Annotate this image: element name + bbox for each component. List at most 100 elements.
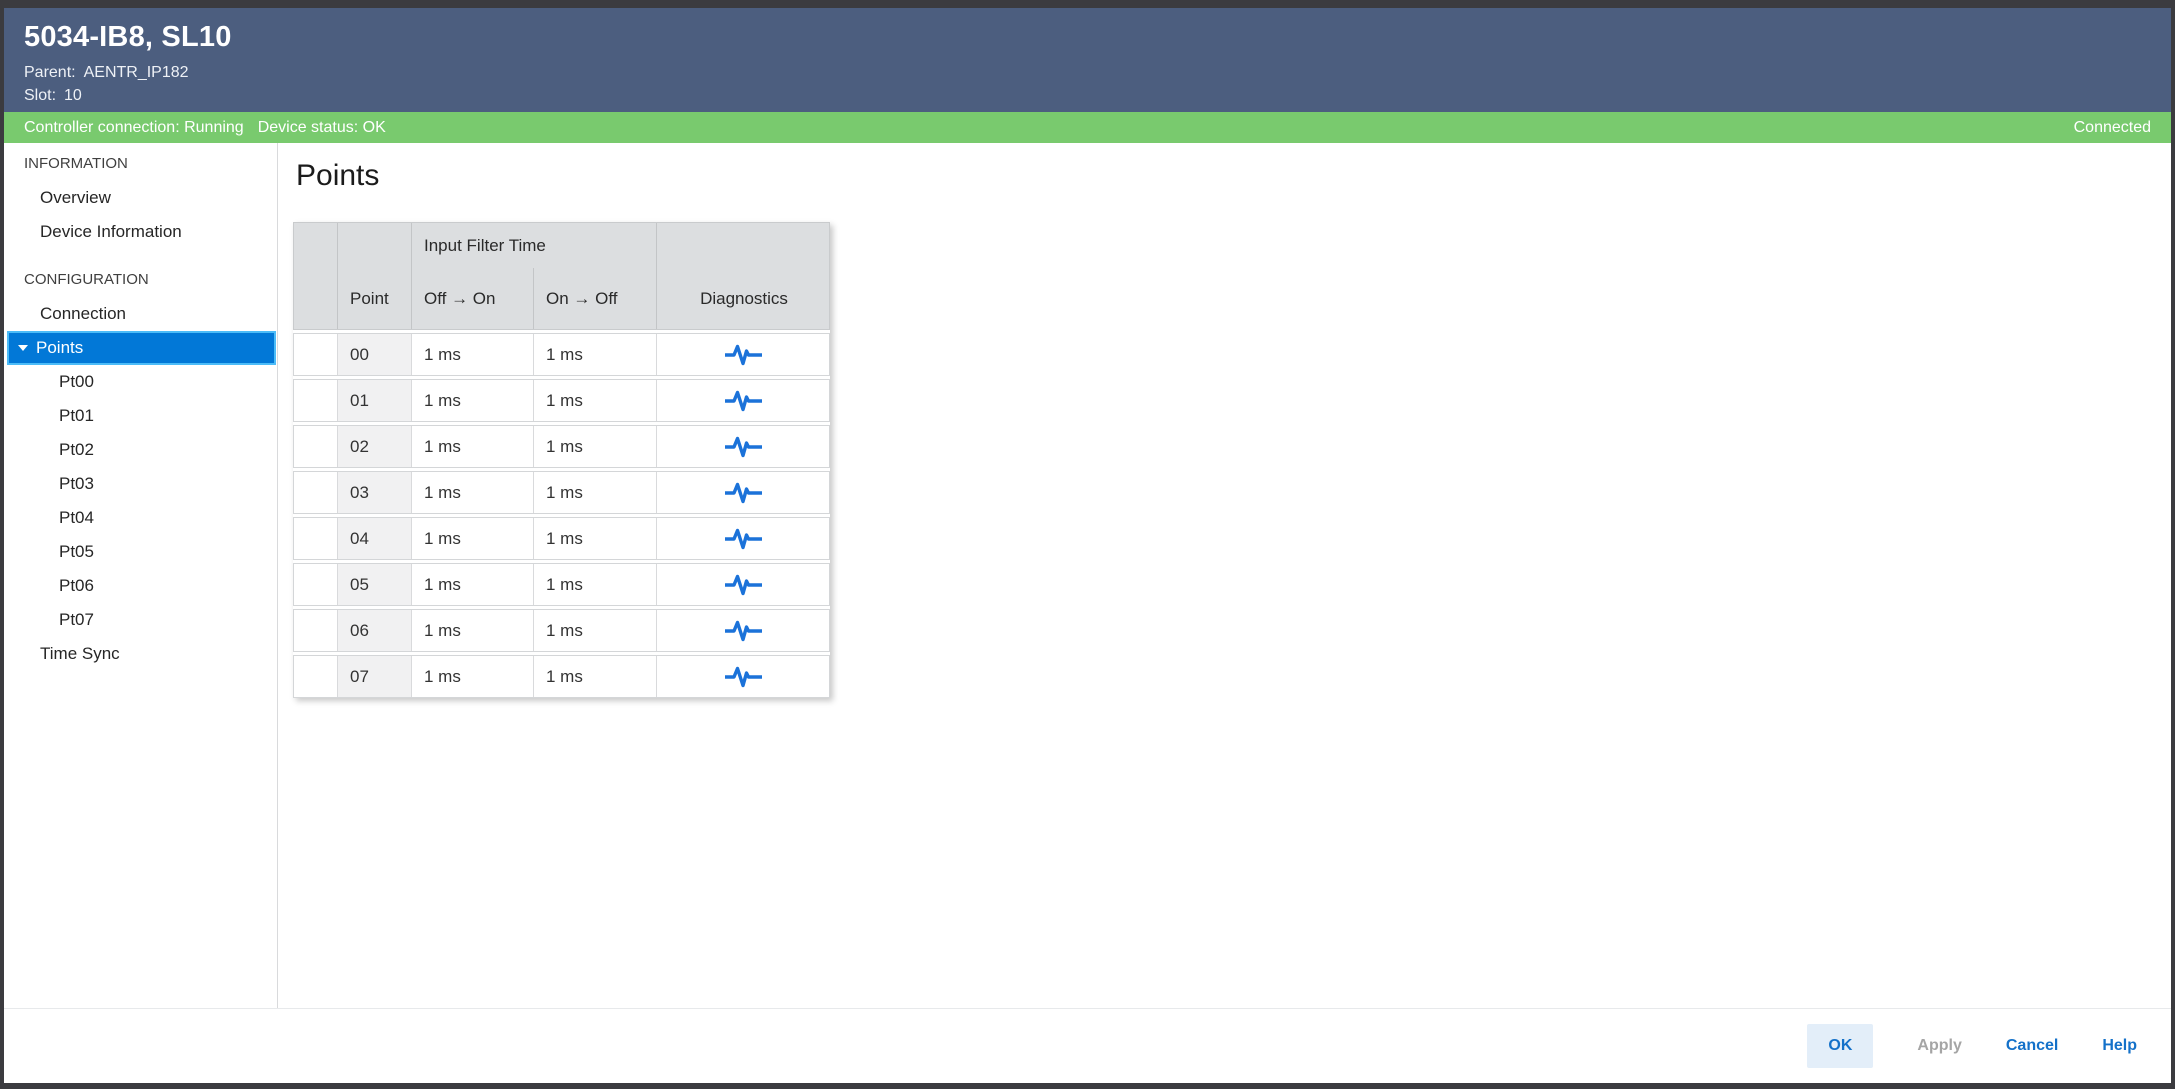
table-row: 00 1 ms 1 ms bbox=[293, 333, 830, 376]
section-heading: Points bbox=[296, 159, 379, 193]
row-selector-cell[interactable] bbox=[294, 426, 337, 467]
parent-line: Parent: AENTR_IP182 bbox=[24, 61, 2171, 84]
triangle-down-icon[interactable] bbox=[18, 345, 28, 351]
device-config-dialog: 5034-IB8, SL10 Parent: AENTR_IP182 Slot: 1… bbox=[0, 0, 2175, 1089]
diagnostics-cell[interactable] bbox=[656, 472, 831, 513]
column-header-diagnostics: Diagnostics bbox=[656, 268, 831, 329]
row-selector-cell[interactable] bbox=[294, 564, 337, 605]
column-group-input-filter-time: Input Filter Time bbox=[411, 223, 656, 268]
on-off-filter-cell[interactable]: 1 ms bbox=[533, 564, 656, 605]
row-selector-cell[interactable] bbox=[294, 656, 337, 697]
status-bar: Controller connection: Running Device st… bbox=[4, 112, 2171, 143]
point-cell: 01 bbox=[337, 380, 411, 421]
off-on-filter-cell[interactable]: 1 ms bbox=[411, 380, 533, 421]
slot-line: Slot: 10 bbox=[24, 84, 2171, 107]
diagnostics-cell[interactable] bbox=[656, 656, 831, 697]
dialog-header: 5034-IB8, SL10 Parent: AENTR_IP182 Slot: 1… bbox=[4, 8, 2171, 112]
point-cell: 02 bbox=[337, 426, 411, 467]
table-row: 05 1 ms 1 ms bbox=[293, 563, 830, 606]
on-off-filter-cell[interactable]: 1 ms bbox=[533, 380, 656, 421]
pulse-waveform-icon bbox=[724, 436, 764, 458]
pulse-waveform-icon bbox=[724, 620, 764, 642]
pulse-waveform-icon bbox=[724, 390, 764, 412]
ok-button[interactable]: OK bbox=[1807, 1024, 1873, 1068]
off-on-filter-cell[interactable]: 1 ms bbox=[411, 564, 533, 605]
table-row: 01 1 ms 1 ms bbox=[293, 379, 830, 422]
on-off-filter-cell[interactable]: 1 ms bbox=[533, 426, 656, 467]
off-on-filter-cell[interactable]: 1 ms bbox=[411, 334, 533, 375]
sidebar-section-information: INFORMATION bbox=[4, 147, 277, 181]
diagnostics-cell[interactable] bbox=[656, 380, 831, 421]
off-on-filter-cell[interactable]: 1 ms bbox=[411, 610, 533, 651]
sidebar-item-pt03[interactable]: Pt03 bbox=[4, 467, 277, 501]
diagnostics-cell[interactable] bbox=[656, 564, 831, 605]
controller-connection-status: Controller connection: Running bbox=[24, 119, 244, 137]
sidebar-item-pt06[interactable]: Pt06 bbox=[4, 569, 277, 603]
point-cell: 06 bbox=[337, 610, 411, 651]
off-on-filter-cell[interactable]: 1 ms bbox=[411, 518, 533, 559]
table-header: Input Filter Time Point Off → On On → Of… bbox=[293, 222, 830, 330]
row-selector-cell[interactable] bbox=[294, 334, 337, 375]
page-title: 5034-IB8, SL10 bbox=[24, 21, 2171, 54]
sidebar-item-overview[interactable]: Overview bbox=[4, 181, 277, 215]
on-off-filter-cell[interactable]: 1 ms bbox=[533, 334, 656, 375]
apply-button[interactable]: Apply bbox=[1917, 1037, 1961, 1055]
table-row: 07 1 ms 1 ms bbox=[293, 655, 830, 698]
parent-value: AENTR_IP182 bbox=[84, 64, 189, 81]
table-row: 03 1 ms 1 ms bbox=[293, 471, 830, 514]
sidebar-section-configuration: CONFIGURATION bbox=[4, 263, 277, 297]
diagnostics-cell[interactable] bbox=[656, 610, 831, 651]
row-selector-cell[interactable] bbox=[294, 380, 337, 421]
parent-label: Parent: bbox=[24, 64, 76, 81]
slot-value: 10 bbox=[64, 87, 82, 104]
header-spacer bbox=[337, 223, 411, 268]
sidebar-item-points[interactable]: Points bbox=[7, 331, 276, 365]
point-cell: 03 bbox=[337, 472, 411, 513]
column-header-off-on: Off → On bbox=[411, 268, 533, 329]
point-cell: 05 bbox=[337, 564, 411, 605]
connection-state-badge: Connected bbox=[2074, 119, 2151, 137]
sidebar-item-pt01[interactable]: Pt01 bbox=[4, 399, 277, 433]
dialog-footer: OK Apply Cancel Help bbox=[4, 1008, 2171, 1083]
sidebar-item-device-information[interactable]: Device Information bbox=[4, 215, 277, 249]
diagnostics-cell[interactable] bbox=[656, 334, 831, 375]
table-row: 04 1 ms 1 ms bbox=[293, 517, 830, 560]
navigation-sidebar: INFORMATION Overview Device Information … bbox=[4, 143, 278, 1008]
on-off-filter-cell[interactable]: 1 ms bbox=[533, 610, 656, 651]
pulse-waveform-icon bbox=[724, 528, 764, 550]
off-on-filter-cell[interactable]: 1 ms bbox=[411, 656, 533, 697]
table-row: 06 1 ms 1 ms bbox=[293, 609, 830, 652]
sidebar-item-connection[interactable]: Connection bbox=[4, 297, 277, 331]
row-selector-cell[interactable] bbox=[294, 610, 337, 651]
row-selector-cell[interactable] bbox=[294, 518, 337, 559]
sidebar-item-pt02[interactable]: Pt02 bbox=[4, 433, 277, 467]
main-panel: Points Input Filter Time Point Off → On … bbox=[278, 143, 2171, 1008]
table-row: 02 1 ms 1 ms bbox=[293, 425, 830, 468]
pulse-waveform-icon bbox=[724, 574, 764, 596]
column-header-point: Point bbox=[337, 268, 411, 329]
on-off-filter-cell[interactable]: 1 ms bbox=[533, 518, 656, 559]
off-on-filter-cell[interactable]: 1 ms bbox=[411, 426, 533, 467]
point-cell: 04 bbox=[337, 518, 411, 559]
sidebar-item-pt00[interactable]: Pt00 bbox=[4, 365, 277, 399]
header-spacer bbox=[656, 223, 831, 268]
off-on-filter-cell[interactable]: 1 ms bbox=[411, 472, 533, 513]
on-off-filter-cell[interactable]: 1 ms bbox=[533, 656, 656, 697]
points-table: Input Filter Time Point Off → On On → Of… bbox=[293, 222, 830, 698]
header-spacer bbox=[294, 223, 337, 268]
help-button[interactable]: Help bbox=[2102, 1037, 2137, 1055]
cancel-button[interactable]: Cancel bbox=[2006, 1037, 2058, 1055]
sidebar-item-label: Points bbox=[36, 338, 83, 358]
header-spacer bbox=[294, 268, 337, 329]
diagnostics-cell[interactable] bbox=[656, 518, 831, 559]
device-status: Device status: OK bbox=[258, 119, 386, 137]
sidebar-item-time-sync[interactable]: Time Sync bbox=[4, 637, 277, 671]
diagnostics-cell[interactable] bbox=[656, 426, 831, 467]
slot-label: Slot: bbox=[24, 87, 56, 104]
sidebar-item-pt05[interactable]: Pt05 bbox=[4, 535, 277, 569]
sidebar-item-pt04[interactable]: Pt04 bbox=[4, 501, 277, 535]
on-off-filter-cell[interactable]: 1 ms bbox=[533, 472, 656, 513]
pulse-waveform-icon bbox=[724, 666, 764, 688]
row-selector-cell[interactable] bbox=[294, 472, 337, 513]
sidebar-item-pt07[interactable]: Pt07 bbox=[4, 603, 277, 637]
